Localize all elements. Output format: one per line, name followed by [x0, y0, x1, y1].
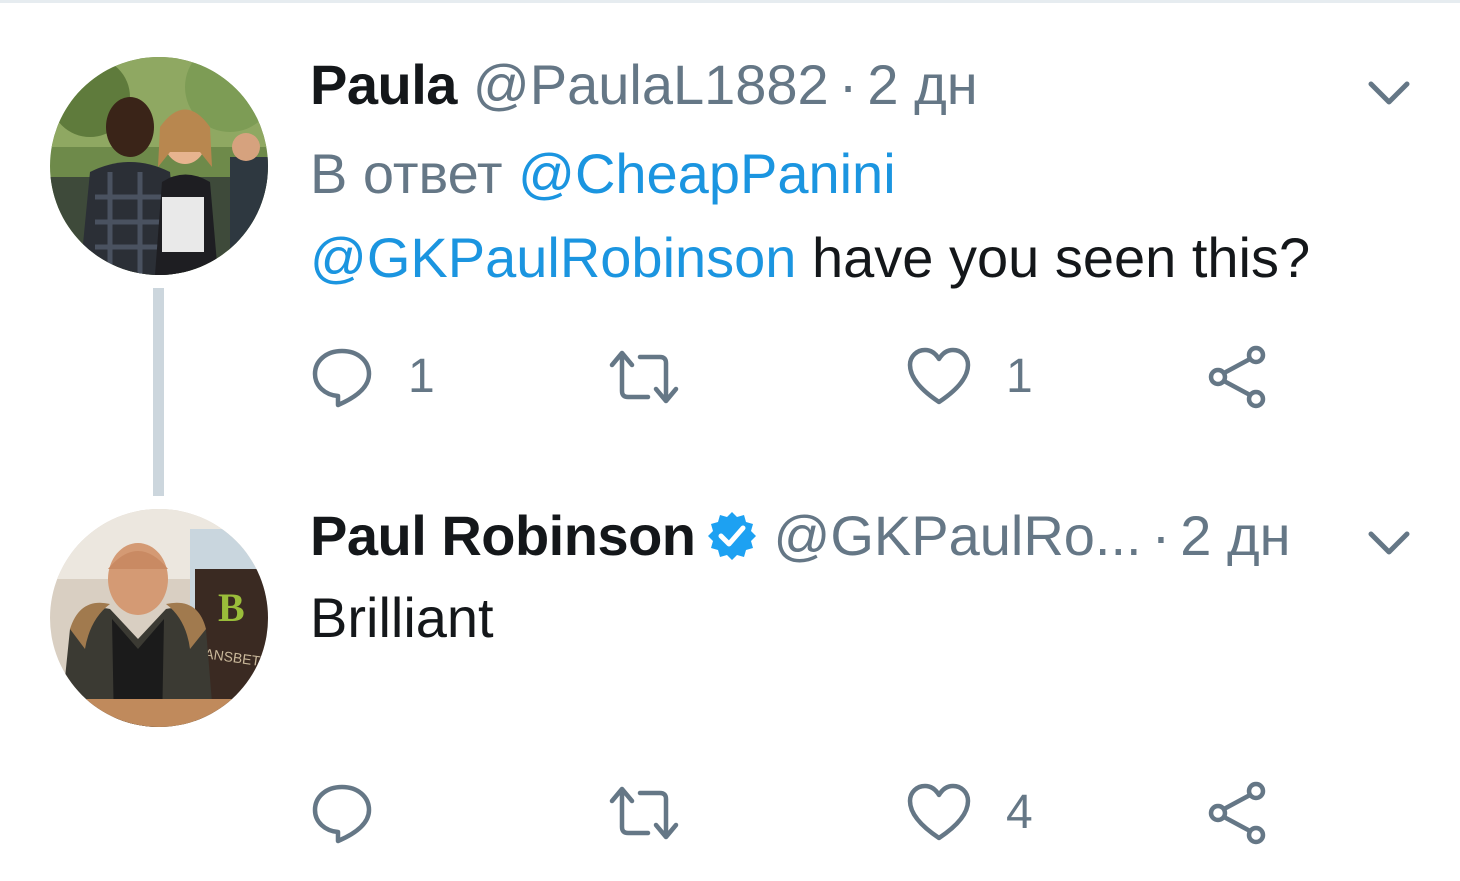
display-name[interactable]: Paul Robinson: [310, 506, 696, 566]
tweet-text: Brilliant: [310, 586, 494, 650]
verified-badge-icon: [707, 512, 756, 560]
heart-icon: [907, 783, 971, 841]
reply-icon: [312, 784, 372, 844]
like-button[interactable]: 4: [906, 778, 1033, 848]
retweet-button[interactable]: [606, 778, 716, 848]
retweet-icon: [609, 786, 679, 840]
tweet-actions: 4: [310, 778, 1310, 848]
avatar-paul-robinson[interactable]: B FANSBET: [50, 509, 268, 727]
reply-button[interactable]: [310, 778, 408, 848]
user-handle[interactable]: @GKPaulRo...: [774, 506, 1142, 566]
like-count: 4: [1006, 786, 1033, 839]
tweet-timestamp[interactable]: 2 дн: [1180, 506, 1290, 566]
tweet-2[interactable]: B FANSBET Paul Robinson @GKPaulRo... · 2…: [0, 0, 1460, 881]
tweet-body: Brilliant: [310, 586, 494, 649]
tweet-header: Paul Robinson @GKPaulRo... · 2 дн: [310, 506, 1291, 566]
svg-text:B: B: [218, 585, 245, 630]
share-button[interactable]: [1206, 778, 1270, 848]
share-icon: [1208, 781, 1266, 845]
separator-dot: ·: [1151, 504, 1171, 567]
chevron-down-icon[interactable]: [1366, 528, 1412, 558]
